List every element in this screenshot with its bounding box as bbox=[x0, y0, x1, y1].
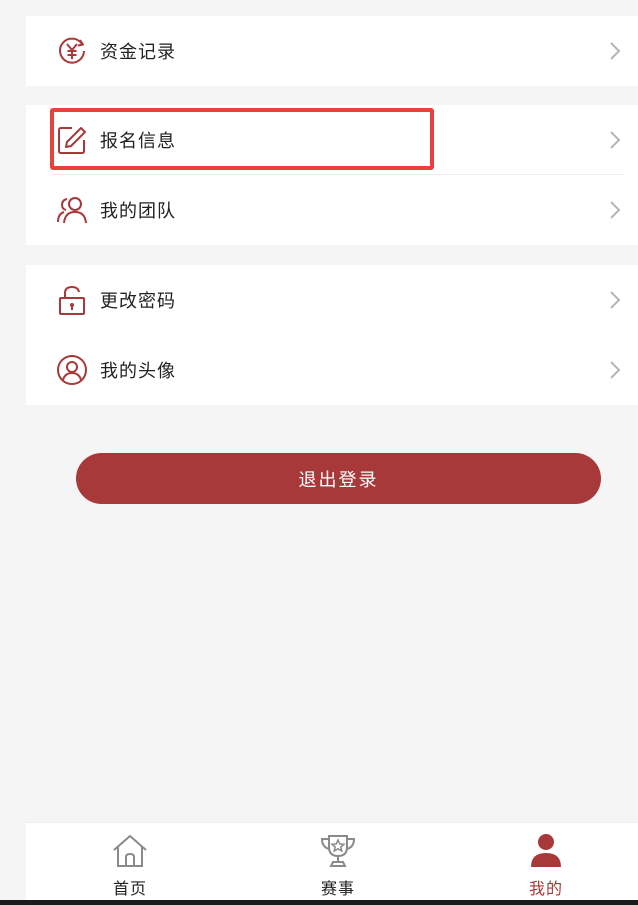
menu-item-label: 我的团队 bbox=[100, 201, 176, 222]
menu-group-account: 更改密码 我的头像 bbox=[26, 265, 638, 405]
menu-item-my-avatar[interactable]: 我的头像 bbox=[26, 335, 638, 405]
chevron-right-icon bbox=[610, 131, 621, 149]
tab-home[interactable]: 首页 bbox=[70, 823, 190, 901]
highlight-box bbox=[50, 108, 434, 170]
tab-mine[interactable]: 我的 bbox=[486, 823, 606, 901]
chevron-right-icon bbox=[610, 201, 621, 219]
tab-label: 赛事 bbox=[320, 879, 355, 898]
menu-item-label: 资金记录 bbox=[100, 42, 176, 63]
screen-bottom-edge bbox=[0, 900, 638, 905]
lock-icon bbox=[56, 284, 88, 316]
menu-item-my-team[interactable]: 我的团队 bbox=[26, 175, 638, 245]
avatar-icon bbox=[56, 354, 88, 386]
tab-label: 首页 bbox=[112, 879, 147, 898]
tab-events[interactable]: 赛事 bbox=[278, 823, 398, 901]
person-icon bbox=[526, 831, 566, 871]
trophy-icon bbox=[318, 831, 358, 871]
chevron-right-icon bbox=[610, 291, 621, 309]
menu-item-fund-records[interactable]: 资金记录 bbox=[26, 16, 638, 86]
menu-item-label: 更改密码 bbox=[100, 291, 176, 312]
menu-item-label: 我的头像 bbox=[100, 361, 176, 382]
chevron-right-icon bbox=[610, 361, 621, 379]
menu-group-funds: 资金记录 bbox=[26, 16, 638, 86]
logout-button[interactable]: 退出登录 bbox=[76, 453, 601, 504]
chevron-right-icon bbox=[610, 42, 621, 60]
team-icon bbox=[56, 194, 88, 226]
bottom-tab-bar: 首页 赛事 我的 bbox=[26, 822, 638, 900]
home-icon bbox=[110, 831, 150, 871]
tab-label: 我的 bbox=[528, 879, 563, 898]
menu-item-change-password[interactable]: 更改密码 bbox=[26, 265, 638, 335]
yen-coin-icon bbox=[56, 35, 88, 67]
